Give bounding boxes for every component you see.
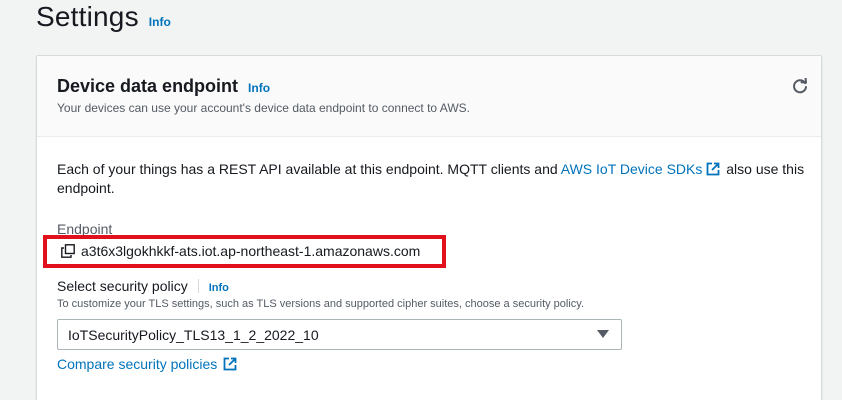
caret-down-icon: [597, 330, 609, 338]
policy-label-row: Select security policy Info: [57, 278, 229, 294]
security-policy-label: Select security policy: [57, 278, 188, 294]
panel-header: Device data endpoint Info Your devices c…: [37, 56, 821, 137]
endpoint-body-text: Each of your things has a REST API avail…: [57, 160, 807, 198]
settings-info-link[interactable]: Info: [149, 15, 171, 29]
endpoint-value: a3t6x3lgokhkkf-ats.iot.ap-northeast-1.am…: [81, 243, 421, 259]
security-policy-selected-value: IoTSecurityPolicy_TLS13_1_2_2022_10: [68, 326, 319, 343]
refresh-button[interactable]: [789, 76, 811, 98]
page-title: Settings: [36, 1, 139, 32]
panel-info-link[interactable]: Info: [248, 81, 270, 95]
compare-security-policies-link[interactable]: Compare security policies: [57, 356, 239, 372]
device-data-endpoint-panel: Device data endpoint Info Your devices c…: [36, 55, 822, 400]
aws-iot-device-sdks-link-label: AWS IoT Device SDKs: [560, 161, 703, 177]
panel-title-row: Device data endpoint Info: [57, 76, 270, 97]
external-link-icon: [223, 357, 237, 371]
label-divider: [197, 279, 199, 293]
aws-iot-device-sdks-link[interactable]: AWS IoT Device SDKs: [561, 161, 723, 177]
copy-icon[interactable]: [61, 244, 75, 258]
policy-info-link[interactable]: Info: [209, 282, 229, 294]
body-text-before: Each of your things has a REST API avail…: [57, 161, 561, 177]
compare-security-policies-label: Compare security policies: [57, 356, 218, 372]
security-policy-select[interactable]: IoTSecurityPolicy_TLS13_1_2_2022_10: [57, 319, 622, 350]
endpoint-row: a3t6x3lgokhkkf-ats.iot.ap-northeast-1.am…: [61, 243, 420, 259]
page-header: Settings Info: [36, 0, 171, 34]
panel-description: Your devices can use your account's devi…: [57, 101, 470, 115]
external-link-icon: [706, 162, 720, 176]
panel-title: Device data endpoint: [57, 76, 239, 96]
security-policy-description: To customize your TLS settings, such as …: [57, 298, 585, 310]
refresh-icon: [793, 78, 807, 94]
